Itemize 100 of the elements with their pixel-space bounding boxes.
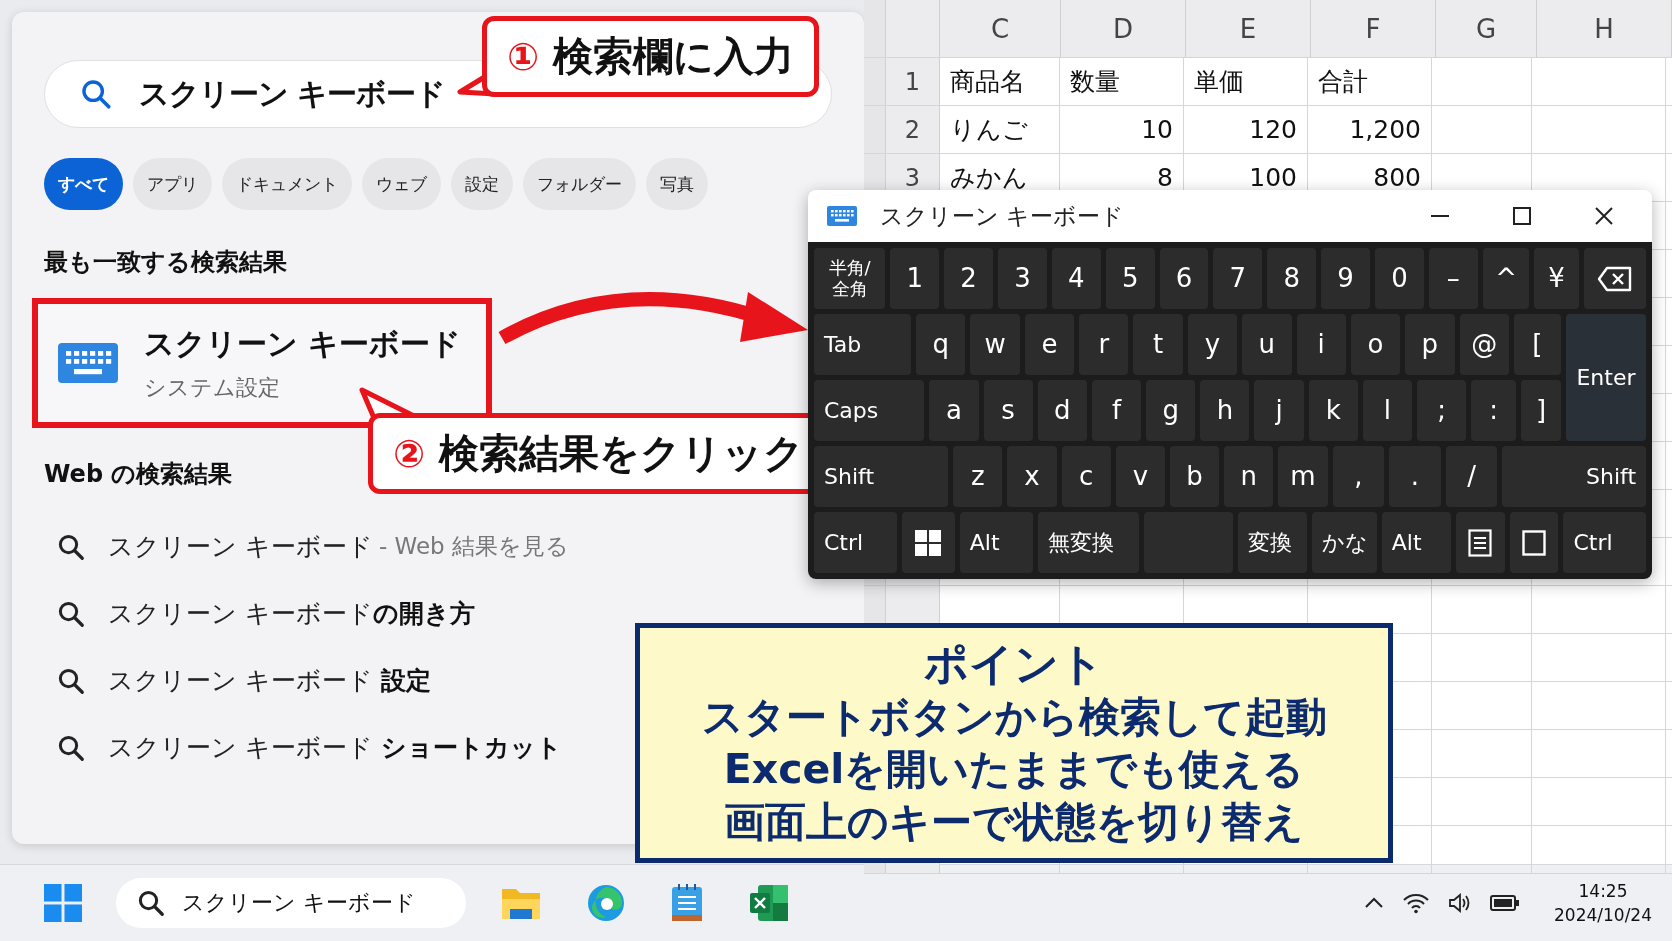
table-cell: 10 xyxy=(1060,106,1184,153)
keyboard-key[interactable]: Shift xyxy=(814,446,949,507)
keyboard-key[interactable]: ; xyxy=(1417,380,1467,441)
start-button[interactable] xyxy=(44,884,82,922)
web-result-link[interactable]: スクリーン キーボードの開き方 xyxy=(108,597,475,630)
table-cell: 数量 xyxy=(1060,58,1184,105)
keyboard-key[interactable]: ^ xyxy=(1482,248,1530,309)
keyboard-key[interactable]: i xyxy=(1296,314,1346,375)
keyboard-key[interactable]: q xyxy=(916,314,966,375)
keyboard-key[interactable]: a xyxy=(929,380,979,441)
enter-key[interactable]: Enter xyxy=(1566,314,1646,441)
filter-chip[interactable]: すべて xyxy=(44,158,123,210)
keyboard-key[interactable]: Tab xyxy=(814,314,912,375)
row-number: 2 xyxy=(886,106,940,153)
filter-chip[interactable]: 写真 xyxy=(646,158,708,210)
best-match-result[interactable]: スクリーン キーボード システム設定 xyxy=(32,298,492,428)
filter-chip[interactable]: ウェブ xyxy=(362,158,441,210)
keyboard-key[interactable]: g xyxy=(1146,380,1196,441)
keyboard-key[interactable]: ] xyxy=(1520,380,1562,441)
keyboard-key[interactable]: [ xyxy=(1513,314,1561,375)
keyboard-key[interactable]: 9 xyxy=(1321,248,1370,309)
keyboard-key[interactable]: x xyxy=(1007,446,1057,507)
search-icon xyxy=(79,77,113,111)
keyboard-key[interactable]: m xyxy=(1278,446,1328,507)
keyboard-key[interactable]: y xyxy=(1187,314,1238,375)
keyboard-key[interactable]: Alt xyxy=(959,512,1034,573)
keyboard-key[interactable]: , xyxy=(1332,446,1385,507)
row-number: 1 xyxy=(886,58,940,105)
keyboard-key[interactable]: k xyxy=(1308,380,1358,441)
result-subtitle: システム設定 xyxy=(144,373,281,402)
taskbar-app-button[interactable] xyxy=(670,883,704,923)
web-result-link[interactable]: スクリーン キーボード 設定 xyxy=(108,664,431,697)
keyboard-key[interactable]: 変換 xyxy=(1237,512,1308,573)
minimize-icon xyxy=(1431,215,1449,217)
keyboard-key[interactable]: s xyxy=(983,380,1033,441)
keyboard-key[interactable]: 4 xyxy=(1051,248,1101,309)
keyboard-key[interactable]: e xyxy=(1024,314,1075,375)
keyboard-key[interactable]: n xyxy=(1224,446,1274,507)
chevron-up-icon[interactable] xyxy=(1364,897,1384,909)
keyboard-key[interactable]: 8 xyxy=(1267,248,1317,309)
keyboard-key[interactable]: 2 xyxy=(944,248,993,309)
keyboard-key[interactable]: 0 xyxy=(1375,248,1424,309)
filter-chip[interactable]: フォルダー xyxy=(523,158,636,210)
keyboard-key[interactable]: r xyxy=(1079,314,1129,375)
keyboard-key[interactable]: z xyxy=(953,446,1003,507)
wifi-icon[interactable] xyxy=(1402,892,1430,914)
keyboard-key[interactable]: p xyxy=(1405,314,1455,375)
keyboard-key[interactable]: かな xyxy=(1312,512,1377,573)
battery-icon[interactable] xyxy=(1490,894,1520,912)
keyboard-key[interactable]: @ xyxy=(1459,314,1509,375)
square-key[interactable] xyxy=(1509,512,1559,573)
keyboard-key[interactable]: 3 xyxy=(998,248,1047,309)
keyboard-key[interactable]: j xyxy=(1254,380,1304,441)
square-icon xyxy=(1522,529,1547,556)
keyboard-key[interactable]: f xyxy=(1091,380,1142,441)
keyboard-key[interactable]: o xyxy=(1350,314,1401,375)
web-result-link[interactable]: スクリーン キーボード xyxy=(108,530,373,563)
keyboard-key[interactable]: u xyxy=(1242,314,1292,375)
keyboard-key[interactable]: 1 xyxy=(890,248,940,309)
filter-chip[interactable]: 設定 xyxy=(451,158,513,210)
keyboard-key[interactable]: t xyxy=(1133,314,1183,375)
callout-text: 検索結果をクリック xyxy=(439,429,805,478)
section-heading: Web の検索結果 xyxy=(44,459,233,490)
backspace-key[interactable] xyxy=(1583,248,1647,309)
web-result-link[interactable]: スクリーン キーボード ショートカット xyxy=(108,731,562,764)
keyboard-key[interactable]: c xyxy=(1061,446,1111,507)
keyboard-key[interactable]: Shift xyxy=(1502,446,1647,507)
keyboard-key[interactable]: w xyxy=(970,314,1020,375)
filter-chip[interactable]: ドキュメント xyxy=(222,158,352,210)
taskbar-app-button[interactable] xyxy=(586,883,626,923)
keyboard-key[interactable]: Ctrl xyxy=(814,512,897,573)
keyboard-key[interactable]: . xyxy=(1389,446,1441,507)
close-icon xyxy=(1595,207,1613,225)
keyboard-key[interactable]: 無変換 xyxy=(1038,512,1139,573)
keyboard-key[interactable]: b xyxy=(1170,446,1220,507)
keyboard-key[interactable]: 5 xyxy=(1105,248,1155,309)
keyboard-key[interactable]: h xyxy=(1200,380,1250,441)
column-header: G xyxy=(1436,0,1537,57)
keyboard-key[interactable]: Ctrl xyxy=(1563,512,1646,573)
taskbar-search-field[interactable]: スクリーン キーボード xyxy=(116,878,466,928)
keyboard-key[interactable]: d xyxy=(1037,380,1087,441)
keyboard-key[interactable]: ¥ xyxy=(1534,248,1579,309)
taskbar-app-button[interactable] xyxy=(748,883,790,923)
keyboard-key[interactable]: 7 xyxy=(1213,248,1263,309)
keyboard-key[interactable]: – xyxy=(1428,248,1478,309)
keyboard-key[interactable]: : xyxy=(1471,380,1516,441)
menu-key[interactable] xyxy=(1455,512,1505,573)
keyboard-key[interactable]: v xyxy=(1115,446,1165,507)
keyboard-key[interactable]: / xyxy=(1445,446,1498,507)
keyboard-key[interactable]: l xyxy=(1362,380,1413,441)
keyboard-key[interactable]: Caps xyxy=(814,380,925,441)
keyboard-key[interactable]: Alt xyxy=(1381,512,1451,573)
filter-chip[interactable]: アプリ xyxy=(133,158,212,210)
keyboard-key[interactable]: 半角/ 全角 xyxy=(814,248,886,309)
note-line: 画面上のキーで状態を切り替え xyxy=(724,796,1304,848)
step-number: ② xyxy=(393,431,426,476)
keyboard-key[interactable]: 6 xyxy=(1159,248,1209,309)
clock[interactable]: 14:25 2024/10/24 xyxy=(1554,881,1652,925)
speaker-icon[interactable] xyxy=(1448,892,1472,914)
windows-key[interactable] xyxy=(901,512,955,573)
